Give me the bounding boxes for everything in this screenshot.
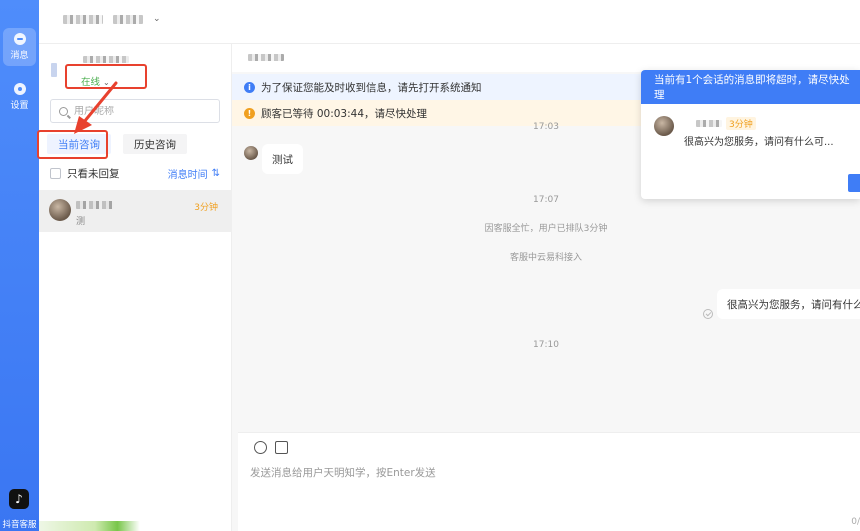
read-check-icon [703, 309, 713, 319]
unreplied-filter[interactable]: 只看未回复 [50, 166, 120, 181]
popup-customer-avatar [654, 116, 674, 136]
chat-customer-name-redacted [248, 54, 284, 61]
chat-header [232, 44, 860, 72]
popup-wait-badge: 3分钟 [726, 117, 756, 130]
wait-time-badge: 3分钟 [194, 203, 218, 213]
top-bar: ⌄ [39, 0, 860, 44]
nav-settings[interactable]: 设置 [3, 78, 36, 116]
waiting-banner-text: 顾客已等待 00:03:44，请尽快处理 [261, 107, 427, 120]
customer-avatar [49, 199, 71, 221]
shop-name-redacted [63, 14, 103, 24]
search-icon [59, 106, 68, 116]
shop-name-redacted-2 [113, 14, 143, 24]
session-preview: 测 [76, 217, 86, 227]
popup-customer-name-redacted [696, 120, 722, 127]
warning-icon: ! [244, 107, 255, 119]
sort-icon: ⇅ [211, 168, 220, 179]
info-icon: i [244, 81, 255, 93]
tiktok-icon: ♪ [9, 489, 29, 509]
nav-settings-label: 设置 [10, 101, 29, 111]
agent-message: 很高兴为您服务，请问有什么可 [717, 289, 860, 319]
customer-message-avatar [244, 146, 258, 160]
customer-name-redacted [76, 199, 114, 212]
system-message-join: 客服中云易科接入 [509, 253, 582, 263]
image-icon[interactable] [275, 441, 288, 454]
session-list-pane: 在线 ⌄ 当前咨询 历史咨询 只看未回复 消息时间 ⇅ [39, 44, 232, 531]
customer-message: 测试 [262, 144, 303, 174]
sort-by-time[interactable]: 消息时间 ⇅ [168, 166, 220, 181]
unreplied-label: 只看未回复 [67, 168, 120, 180]
chevron-down-icon: ⌄ [153, 14, 161, 24]
char-counter: 0/ [851, 517, 860, 527]
shop-switcher[interactable]: ⌄ [63, 14, 161, 24]
message-composer: 0/ [238, 432, 860, 531]
chat-icon [13, 33, 26, 45]
message-input[interactable] [250, 465, 810, 485]
gear-icon [13, 83, 26, 95]
nav-messages[interactable]: 消息 [3, 28, 36, 66]
popup-action-button[interactable] [848, 174, 860, 192]
tiktok-label: 抖音客服 [2, 520, 37, 530]
agent-name-redacted [83, 56, 129, 63]
timestamp: 17:10 [533, 340, 559, 350]
popup-message-preview: 很高兴为您服务，请问有什么可... [684, 137, 834, 148]
nav-rail: 消息 设置 ♪ 抖音客服 [0, 0, 39, 531]
emoji-icon[interactable] [254, 441, 267, 454]
sort-label: 消息时间 [167, 170, 208, 181]
filter-row: 只看未回复 消息时间 ⇅ [50, 166, 220, 181]
notification-banner-text: 为了保证您能及时收到信息，请先打开系统通知 [261, 81, 482, 94]
unreplied-checkbox[interactable] [50, 168, 61, 179]
nav-messages-label: 消息 [10, 51, 29, 61]
system-message-queue: 因客服全忙，用户已排队3分钟 [484, 224, 608, 234]
tab-history[interactable]: 历史咨询 [123, 134, 187, 154]
session-item[interactable]: 测 3分钟 [39, 190, 232, 232]
overtime-notification-title: 当前有1个会话的消息即将超时，请尽快处理 [641, 70, 860, 104]
customer-service-app: 消息 设置 ♪ 抖音客服 ⌄ 在线 ⌄ 当前咨询 [0, 0, 860, 531]
overtime-notification[interactable]: 当前有1个会话的消息即将超时，请尽快处理 3分钟 很高兴为您服务，请问有什么可.… [641, 70, 860, 199]
arrow-annotation [74, 81, 118, 134]
decorative-image [39, 521, 151, 531]
agent-avatar [51, 63, 57, 77]
